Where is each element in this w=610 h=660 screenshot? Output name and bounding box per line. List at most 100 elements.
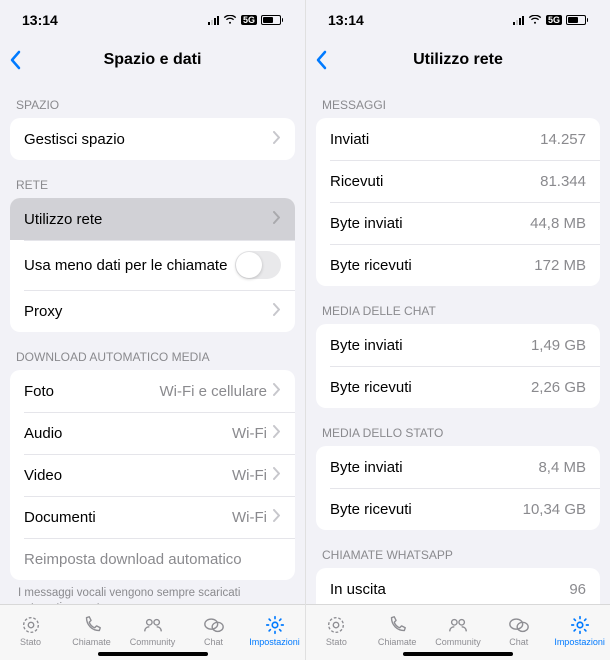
status-bar: 13:14 5G [0,0,305,40]
content-scroll[interactable]: MESSAGGI Inviati14.257 Ricevuti81.344 By… [306,80,610,604]
stat-value: 81.344 [540,173,586,190]
stat-label: Byte ricevuti [330,501,412,518]
phone-icon [80,614,104,636]
less-data-toggle[interactable] [235,251,281,279]
reset-download-row[interactable]: Reimposta download automatico [10,538,295,580]
row-label: Reimposta download automatico [24,551,242,568]
network-badge: 5G [241,15,257,25]
network-badge: 5G [546,15,562,25]
stat-value: 14.257 [540,131,586,148]
tab-label: Impostazioni [554,637,605,647]
stat-label: Byte inviati [330,337,403,354]
back-button[interactable] [8,50,22,70]
page-title: Utilizzo rete [413,51,503,69]
status-bar: 13:14 5G [306,0,610,40]
download-footnote: I messaggi vocali vengono sempre scarica… [0,580,305,604]
status-time: 13:14 [22,12,58,28]
stat-stato-byte-ricevuti: Byte ricevuti 10,34 GB [316,488,600,530]
row-label: Gestisci spazio [24,131,125,148]
tab-label: Stato [20,637,41,647]
chevron-right-icon [273,131,281,148]
chevron-right-icon [273,303,281,320]
tab-community[interactable]: Community [428,614,489,647]
stat-value: 8,4 MB [538,459,586,476]
less-data-calls-row[interactable]: Usa meno dati per le chiamate [10,240,295,290]
wifi-icon [528,12,542,28]
stat-chat-byte-inviati: Byte inviati1,49 GB [316,324,600,366]
chevron-right-icon [273,467,281,484]
stat-stato-byte-inviati: Byte inviati8,4 MB [316,446,600,488]
gear-icon [568,614,592,636]
tab-chiamate[interactable]: Chiamate [367,614,428,647]
tab-impostazioni[interactable]: Impostazioni [244,614,305,647]
chevron-left-icon [8,50,22,70]
stat-call-uscita: In uscita 96 [316,568,600,604]
chevron-right-icon [273,211,281,228]
chevron-right-icon [273,509,281,526]
battery-icon [261,15,283,25]
section-header-rete: RETE [0,160,305,198]
stat-value: 44,8 MB [530,215,586,232]
network-usage-row[interactable]: Utilizzo rete [10,198,295,240]
page-title: Spazio e dati [104,51,202,69]
phone-network-usage: 13:14 5G Utilizzo rete MESSAGGI Inviati1… [305,0,610,660]
tab-stato[interactable]: Stato [306,614,367,647]
row-label: Usa meno dati per le chiamate [24,257,227,274]
video-row[interactable]: Video Wi-Fi [10,454,295,496]
home-indicator [98,652,208,656]
row-value: Wi-Fi [232,467,267,484]
section-header-mediastato: MEDIA DELLO STATO [306,408,610,446]
stat-value: 10,34 GB [523,501,586,518]
manage-storage-row[interactable]: Gestisci spazio [10,118,295,160]
tab-label: Impostazioni [249,637,300,647]
audio-row[interactable]: Audio Wi-Fi [10,412,295,454]
stat-label: Inviati [330,131,369,148]
stat-value: 96 [569,581,586,598]
stat-label: Byte inviati [330,215,403,232]
foto-row[interactable]: Foto Wi-Fi e cellulare [10,370,295,412]
chevron-right-icon [273,383,281,400]
section-header-download: DOWNLOAD AUTOMATICO MEDIA [0,332,305,370]
tab-chat[interactable]: Chat [183,614,244,647]
tab-label: Community [435,637,481,647]
stat-label: In uscita [330,581,386,598]
wifi-icon [223,12,237,28]
tab-label: Chat [204,637,223,647]
row-label: Audio [24,425,62,442]
chat-icon [202,614,226,636]
row-value: Wi-Fi e cellulare [159,383,267,400]
chevron-right-icon [273,425,281,442]
tab-chiamate[interactable]: Chiamate [61,614,122,647]
chat-icon [507,614,531,636]
tab-impostazioni[interactable]: Impostazioni [549,614,610,647]
stat-ricevuti: Ricevuti81.344 [316,160,600,202]
proxy-row[interactable]: Proxy [10,290,295,332]
stat-byte-inviati: Byte inviati 44,8 MB [316,202,600,244]
chevron-left-icon [314,50,328,70]
tab-label: Chiamate [378,637,417,647]
tab-stato[interactable]: Stato [0,614,61,647]
gear-icon [263,614,287,636]
signal-icon [513,16,524,25]
back-button[interactable] [314,50,328,70]
tab-label: Stato [326,637,347,647]
section-header-spazio: SPAZIO [0,80,305,118]
stat-inviati: Inviati 14.257 [316,118,600,160]
tab-community[interactable]: Community [122,614,183,647]
stat-byte-ricevuti: Byte ricevuti172 MB [316,244,600,286]
content-scroll[interactable]: SPAZIO Gestisci spazio RETE Utilizzo ret… [0,80,305,604]
row-label: Documenti [24,509,96,526]
nav-bar: Utilizzo rete [306,40,610,80]
status-icon [19,614,43,636]
tab-label: Chiamate [72,637,111,647]
stat-value: 2,26 GB [531,379,586,396]
tab-label: Community [130,637,176,647]
phone-icon [385,614,409,636]
documents-row[interactable]: Documenti Wi-Fi [10,496,295,538]
row-label: Video [24,467,62,484]
stat-label: Byte ricevuti [330,257,412,274]
section-header-mediachat: MEDIA DELLE CHAT [306,286,610,324]
tab-chat[interactable]: Chat [488,614,549,647]
row-value: Wi-Fi [232,509,267,526]
signal-icon [208,16,219,25]
